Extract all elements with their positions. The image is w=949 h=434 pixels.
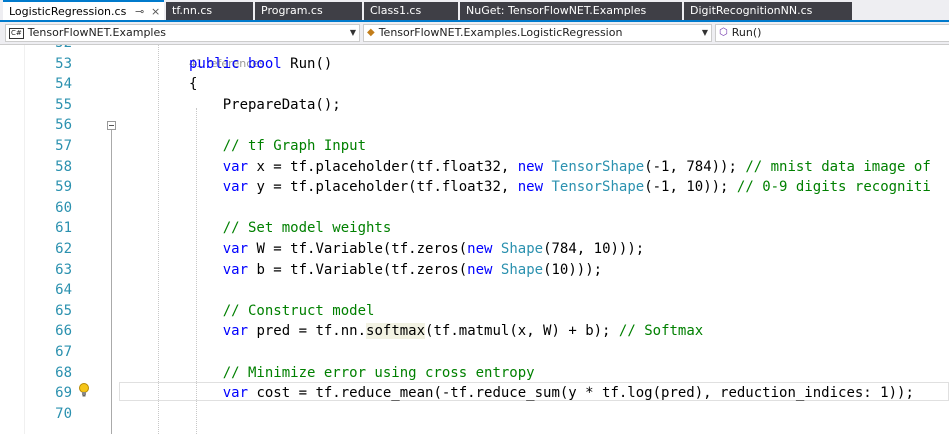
tab-label: DigitRecognitionNN.cs — [690, 4, 813, 17]
code-line-59[interactable]: 59 var y = tf.placeholder(tf.float32, ne… — [0, 177, 949, 198]
code-text[interactable]: // Minimize error using cross entropy — [189, 363, 535, 384]
project-name: TensorFlowNET.Examples — [27, 26, 166, 39]
class-name: TensorFlowNET.Examples.LogisticRegressio… — [378, 26, 623, 39]
line-number: 56 — [55, 117, 72, 134]
code-line-65[interactable]: 65 // Construct model — [0, 301, 949, 322]
tab-label: LogisticRegression.cs — [9, 5, 127, 18]
code-text[interactable]: { — [189, 74, 197, 95]
code-line-68[interactable]: 68 // Minimize error using cross entropy — [0, 363, 949, 384]
line-number: 64 — [55, 282, 72, 299]
tab-label: Class1.cs — [370, 4, 422, 17]
navigation-bar: C# TensorFlowNET.Examples ▼ ◆ TensorFlowNE… — [0, 22, 949, 45]
close-icon[interactable]: × — [151, 2, 160, 20]
line-number: 61 — [55, 220, 72, 237]
tab-logisticregression[interactable]: LogisticRegression.cs ⊸ × — [3, 0, 164, 20]
line-number: 55 — [55, 96, 72, 113]
code-editor[interactable]: 41 references 5253public bool Run()54{55… — [0, 45, 949, 434]
code-text[interactable]: // tf Graph Input — [189, 136, 366, 157]
code-text[interactable]: var b = tf.Variable(tf.zeros(new Shape(1… — [189, 260, 602, 281]
code-line-64[interactable]: 64 — [0, 280, 949, 301]
line-number: 58 — [55, 158, 72, 175]
code-text[interactable]: var cost = tf.reduce_mean(-tf.reduce_sum… — [189, 383, 914, 404]
line-number: 65 — [55, 302, 72, 319]
line-number: 57 — [55, 138, 72, 154]
code-line-62[interactable]: 62 var W = tf.Variable(tf.zeros(new Shap… — [0, 239, 949, 260]
code-line-56[interactable]: 56 — [0, 115, 949, 136]
tab-nuget[interactable]: NuGet: TensorFlowNET.Examples — [460, 2, 682, 20]
line-number: 54 — [55, 76, 72, 93]
class-dropdown[interactable]: ◆ TensorFlowNET.Examples.LogisticRegressi… — [363, 24, 712, 42]
line-number: 66 — [55, 323, 72, 340]
line-number: 53 — [55, 55, 72, 72]
code-line-61[interactable]: 61 // Set model weights — [0, 218, 949, 239]
code-text[interactable]: var W = tf.Variable(tf.zeros(new Shape(7… — [189, 239, 645, 260]
tab-label: NuGet: TensorFlowNET.Examples — [466, 4, 647, 17]
code-line-54[interactable]: 54 { — [0, 74, 949, 95]
tab-label: tf.nn.cs — [172, 4, 213, 17]
code-line-66[interactable]: 66 var pred = tf.nn.softmax(tf.matmul(x,… — [0, 321, 949, 342]
code-line-55[interactable]: 55 PrepareData(); — [0, 95, 949, 116]
member-name: Run() — [731, 26, 762, 39]
code-text[interactable]: public bool Run() — [189, 54, 332, 75]
csharp-project-icon: C# — [9, 28, 24, 39]
tab-class1[interactable]: Class1.cs — [364, 2, 458, 20]
line-number: 69 — [55, 385, 72, 402]
line-number: 67 — [55, 344, 72, 360]
member-dropdown[interactable]: ⬡ Run() — [715, 24, 949, 42]
code-line-70[interactable]: 70 — [0, 404, 949, 425]
code-line-58[interactable]: 58 var x = tf.placeholder(tf.float32, ne… — [0, 157, 949, 178]
tab-program[interactable]: Program.cs — [255, 2, 362, 20]
code-text[interactable]: // Set model weights — [189, 218, 392, 239]
code-line-60[interactable]: 60 — [0, 198, 949, 219]
tab-label: Program.cs — [261, 4, 323, 17]
line-number: 59 — [55, 179, 72, 196]
code-text[interactable]: // Construct model — [189, 301, 375, 322]
tab-tf-nn[interactable]: tf.nn.cs — [166, 2, 253, 20]
chevron-down-icon: ▼ — [701, 28, 708, 37]
class-icon: ◆ — [367, 27, 375, 38]
method-icon: ⬡ — [719, 27, 728, 38]
code-lines: 5253public bool Run()54{55 PrepareData()… — [0, 45, 949, 434]
code-text[interactable]: PrepareData(); — [189, 95, 341, 116]
code-line-69[interactable]: 69 var cost = tf.reduce_mean(-tf.reduce_… — [0, 383, 949, 404]
code-text[interactable]: var x = tf.placeholder(tf.float32, new T… — [189, 157, 931, 178]
code-line-63[interactable]: 63 var b = tf.Variable(tf.zeros(new Shap… — [0, 260, 949, 281]
project-dropdown[interactable]: C# TensorFlowNET.Examples ▼ — [5, 24, 360, 42]
code-line-53[interactable]: 53 public bool Run() — [0, 54, 949, 75]
code-text[interactable]: var pred = tf.nn.softmax(tf.matmul(x, W)… — [189, 321, 703, 342]
line-number: 68 — [55, 364, 72, 381]
line-number: 62 — [55, 241, 72, 257]
code-line-67[interactable]: 67 — [0, 342, 949, 363]
code-line-57[interactable]: 57 // tf Graph Input — [0, 136, 949, 157]
tab-digitrecognitionnn[interactable]: DigitRecognitionNN.cs — [684, 2, 852, 20]
document-tab-bar: LogisticRegression.cs ⊸ × tf.nn.cs Progr… — [0, 0, 949, 22]
pin-icon[interactable]: ⊸ — [135, 2, 144, 20]
line-number: 60 — [55, 199, 72, 216]
line-number: 63 — [55, 261, 72, 278]
line-number: 70 — [55, 405, 72, 422]
chevron-down-icon: ▼ — [349, 28, 356, 37]
code-text[interactable]: var y = tf.placeholder(tf.float32, new T… — [189, 177, 931, 198]
